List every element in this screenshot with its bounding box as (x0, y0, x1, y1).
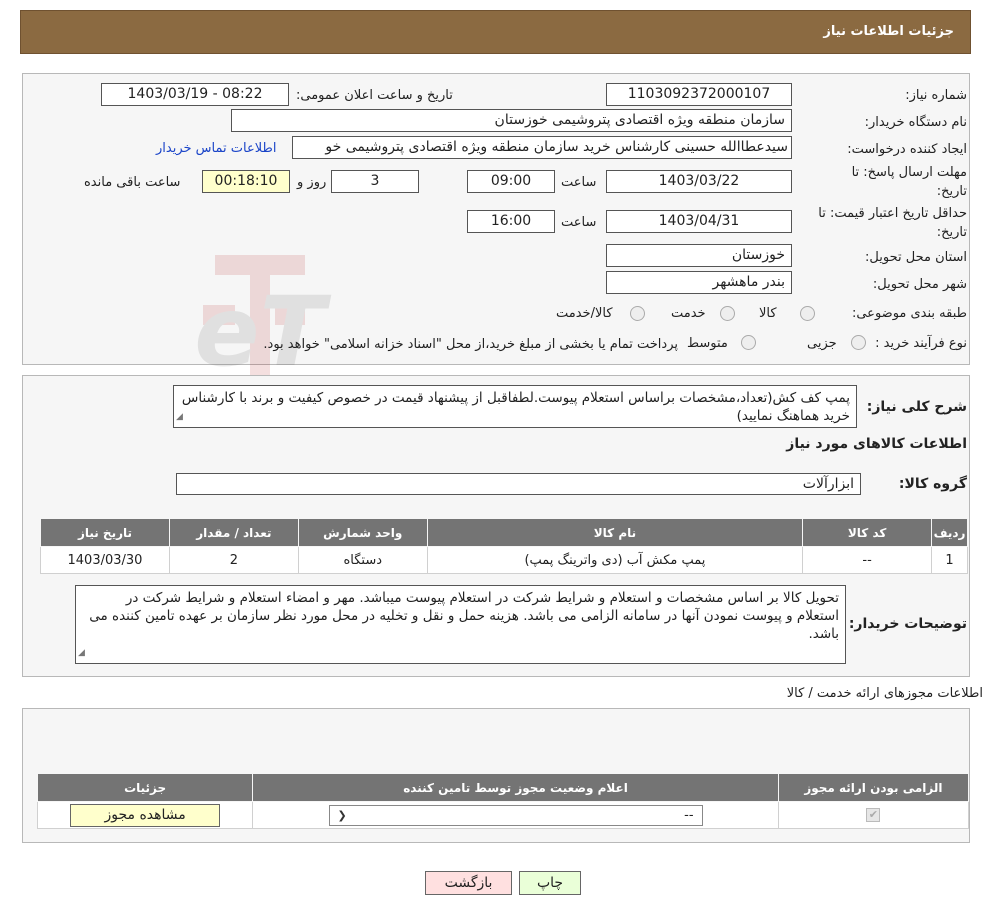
deadline-time-field: 09:00 (467, 170, 555, 193)
description-text: پمپ کف کش(تعداد،مشخصات براساس استعلام پی… (181, 390, 850, 424)
cell-unit: دستگاه (297, 546, 428, 574)
category-option-goods-service: کالا/خدمت (556, 306, 613, 321)
buyer-contact-link[interactable]: اطلاعات تماس خریدار (156, 141, 276, 156)
category-label: طبقه بندی موضوعی: (851, 306, 967, 321)
goods-group-field: ابزارآلات (176, 473, 861, 495)
city-label: شهر محل تحویل: (872, 277, 967, 292)
cell-permit-details: مشاهده مجوز (36, 801, 254, 829)
remaining-time-label: ساعت باقی مانده (84, 175, 181, 190)
process-option-medium: متوسط (687, 336, 728, 351)
category-option-service: خدمت (671, 306, 706, 321)
deadline-label: مهلت ارسال پاسخ: تا (851, 165, 967, 180)
permits-table: الزامی بودن ارائه مجوز اعلام وضعیت مجوز … (36, 773, 970, 829)
col-name: نام کالا (426, 518, 804, 547)
validity-label: حداقل تاریخ اعتبار قیمت: تا (818, 206, 967, 221)
validity-label-date: تاریخ: (936, 225, 967, 240)
print-button[interactable]: چاپ (519, 871, 581, 895)
cell-permit-status: ❯ -- (252, 801, 779, 829)
back-button[interactable]: بازگشت (425, 871, 512, 895)
creator-label: ایجاد کننده درخواست: (847, 142, 967, 157)
category-radio-goods[interactable] (800, 306, 815, 321)
description-label: شرح کلی نیاز: (866, 399, 967, 415)
permit-status-value: -- (684, 807, 694, 823)
deadline-date-field: 1403/03/22 (606, 170, 792, 193)
cell-date: 1403/03/30 (40, 546, 170, 574)
category-option-goods: کالا (759, 306, 777, 321)
creator-field: سیدعطاالله حسینی کارشناس خرید سازمان منط… (292, 136, 792, 159)
category-radio-service[interactable] (720, 306, 735, 321)
permits-section-title: اطلاعات مجوزهای ارائه خدمت / کالا (786, 686, 983, 701)
chevron-down-icon: ❯ (337, 808, 347, 822)
table-row: 1 -- پمپ مکش آب (دی واترینگ پمپ) دستگاه … (40, 546, 968, 574)
city-field: بندر ماهشهر (606, 271, 792, 294)
resize-handle-icon[interactable]: ◢ (176, 408, 183, 426)
deadline-time-label: ساعت (561, 175, 597, 190)
col-permit-required: الزامی بودن ارائه مجوز (777, 773, 970, 802)
validity-date-field: 1403/04/31 (606, 210, 792, 233)
table-row: ✔ ❯ -- مشاهده مجوز (36, 801, 970, 829)
resize-handle-icon[interactable]: ◢ (78, 644, 85, 662)
cell-qty: 2 (168, 546, 299, 574)
description-textarea[interactable]: پمپ کف کش(تعداد،مشخصات براساس استعلام پی… (173, 385, 857, 428)
announce-date-field: 1403/03/19 - 08:22 (101, 83, 289, 106)
process-radio-minor[interactable] (851, 335, 866, 350)
process-note: پرداخت تمام یا بخشی از مبلغ خرید،از محل … (263, 337, 678, 352)
col-code: کد کالا (802, 518, 933, 547)
required-checkbox[interactable]: ✔ (866, 808, 881, 822)
validity-time-label: ساعت (561, 215, 597, 230)
page-header: جزئیات اطلاعات نیاز (20, 10, 971, 54)
permit-status-select[interactable]: ❯ -- (328, 804, 703, 826)
announce-date-label: تاریخ و ساعت اعلان عمومی: (296, 88, 453, 103)
province-field: خوزستان (606, 244, 792, 267)
process-label: نوع فرآیند خرید : (875, 336, 967, 351)
col-permit-details: جزئیات (36, 773, 254, 802)
page-title: جزئیات اطلاعات نیاز (823, 24, 954, 39)
cell-permit-required: ✔ (777, 801, 970, 829)
cell-index: 1 (931, 546, 968, 574)
validity-time-field: 16:00 (467, 210, 555, 233)
days-label: روز و (297, 175, 327, 190)
permits-table-wrap: الزامی بودن ارائه مجوز اعلام وضعیت مجوز … (36, 773, 970, 829)
need-number-field: 1103092372000107 (606, 83, 792, 106)
buyer-label: نام دستگاه خریدار: (864, 115, 967, 130)
goods-table-wrap: ردیف کد کالا نام کالا واحد شمارش تعداد /… (40, 518, 968, 574)
col-qty: تعداد / مقدار (168, 518, 299, 547)
province-label: استان محل تحویل: (865, 250, 967, 265)
goods-table-header: ردیف کد کالا نام کالا واحد شمارش تعداد /… (40, 518, 968, 547)
category-radio-goods-service[interactable] (630, 306, 645, 321)
permits-table-header: الزامی بودن ارائه مجوز اعلام وضعیت مجوز … (36, 773, 970, 802)
need-number-label: شماره نیاز: (905, 88, 967, 103)
remaining-time-field: 00:18:10 (202, 170, 290, 193)
goods-section-title: اطلاعات کالاهای مورد نیاز (786, 436, 967, 452)
view-permit-button[interactable]: مشاهده مجوز (70, 803, 221, 827)
buyer-notes-text: تحویل کالا بر اساس مشخصات و استعلام و شر… (89, 590, 839, 642)
deadline-label-date: تاریخ: (936, 184, 967, 199)
col-permit-status: اعلام وضعیت مجوز توسط تامین کننده (252, 773, 779, 802)
col-unit: واحد شمارش (297, 518, 428, 547)
cell-code: -- (802, 546, 933, 574)
goods-table: ردیف کد کالا نام کالا واحد شمارش تعداد /… (40, 518, 968, 574)
col-index: ردیف (931, 518, 968, 547)
goods-group-label: گروه کالا: (898, 476, 967, 492)
buyer-field: سازمان منطقه ویژه اقتصادی پتروشیمی خوزست… (231, 109, 792, 132)
buyer-notes-textarea[interactable]: تحویل کالا بر اساس مشخصات و استعلام و شر… (75, 585, 846, 664)
cell-name: پمپ مکش آب (دی واترینگ پمپ) (426, 546, 804, 574)
col-date: تاریخ نیاز (40, 518, 170, 547)
buyer-notes-label: توضیحات خریدار: (848, 616, 967, 632)
process-radio-medium[interactable] (741, 335, 756, 350)
process-option-minor: جزیی (807, 336, 837, 351)
days-field: 3 (331, 170, 419, 193)
